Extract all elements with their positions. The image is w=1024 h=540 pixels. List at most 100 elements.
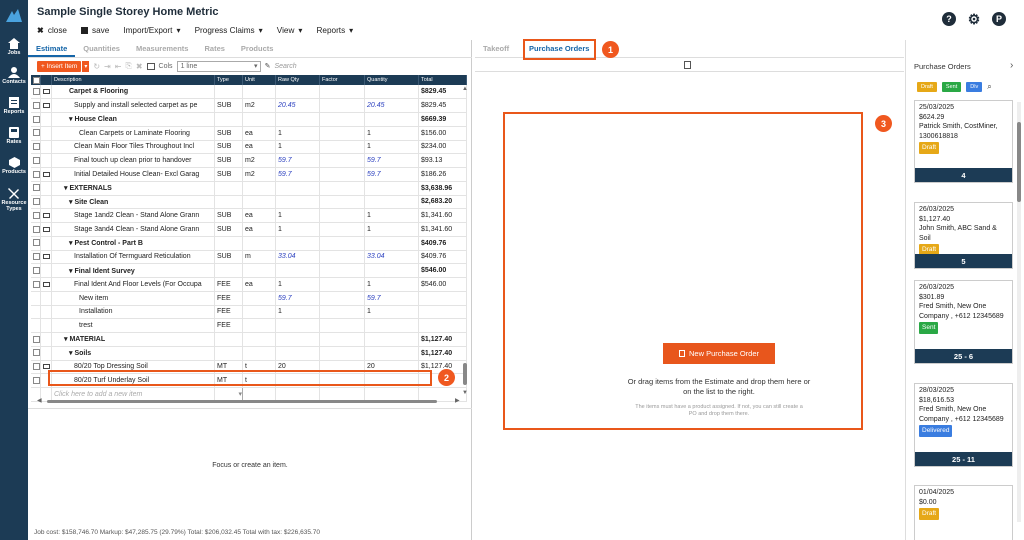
row-checkbox[interactable]: [31, 236, 41, 251]
cell-description[interactable]: Initial Detailed House Clean- Excl Garag: [51, 167, 215, 182]
header-factor[interactable]: Factor: [319, 75, 365, 85]
cell-quantity[interactable]: [364, 181, 419, 196]
cell-unit[interactable]: [242, 263, 276, 278]
cell-type[interactable]: FEE: [214, 305, 243, 320]
row-checkbox[interactable]: [31, 222, 41, 237]
cell-total[interactable]: $186.26: [418, 167, 467, 182]
cell-total[interactable]: $2,683.20: [418, 195, 467, 210]
cell-type[interactable]: SUB: [214, 167, 243, 182]
cell-quantity[interactable]: 1: [364, 208, 419, 223]
cell-unit[interactable]: ea: [242, 140, 276, 155]
cell-unit[interactable]: [242, 195, 276, 210]
cell-description[interactable]: ▾ Pest Control - Part B: [51, 236, 215, 251]
cell-quantity[interactable]: [364, 263, 419, 278]
gear-icon[interactable]: ⚙: [967, 11, 981, 27]
cell-raw-qty[interactable]: [275, 332, 320, 347]
pencil-icon[interactable]: ✎: [265, 62, 271, 70]
nav-resource-types[interactable]: Resource Types: [0, 187, 28, 212]
insert-item-button[interactable]: + Insert Item: [37, 60, 82, 72]
table-row[interactable]: ▾ Final Ident Survey $546.00: [31, 263, 467, 278]
profile-avatar[interactable]: P: [992, 12, 1006, 26]
cell-type[interactable]: SUB: [214, 208, 243, 223]
cell-type[interactable]: [214, 112, 243, 127]
cell-quantity[interactable]: 1: [364, 305, 419, 320]
cell-unit[interactable]: ea: [242, 277, 276, 292]
view-menu[interactable]: View ▾: [277, 25, 303, 36]
cell-factor[interactable]: [319, 112, 365, 127]
row-checkbox[interactable]: [31, 167, 41, 182]
tab-quantities[interactable]: Quantities: [75, 40, 128, 57]
cell-raw-qty[interactable]: 1: [275, 208, 320, 223]
cell-factor[interactable]: [319, 208, 365, 223]
cell-unit[interactable]: [242, 318, 276, 333]
cell-description[interactable]: trest: [51, 318, 215, 333]
cell-description[interactable]: Final touch up clean prior to handover: [51, 153, 215, 168]
cell-unit[interactable]: ea: [242, 208, 276, 223]
cell-factor[interactable]: [319, 291, 365, 306]
cell-factor[interactable]: [319, 153, 365, 168]
row-checkbox[interactable]: [31, 277, 41, 292]
cell-unit[interactable]: [242, 305, 276, 320]
cell-quantity[interactable]: 1: [364, 126, 419, 141]
cell-raw-qty[interactable]: [275, 236, 320, 251]
header-raw-qty[interactable]: Raw Qty: [275, 75, 320, 85]
table-row[interactable]: ▾ Site Clean $2,683.20: [31, 195, 467, 210]
cell-total[interactable]: $669.39: [418, 112, 467, 127]
tab-products[interactable]: Products: [233, 40, 282, 57]
cell-raw-qty[interactable]: 1: [275, 126, 320, 141]
select-all-checkbox[interactable]: [31, 75, 41, 85]
search-icon[interactable]: ⌕: [987, 82, 991, 92]
cell-total[interactable]: $156.00: [418, 126, 467, 141]
cell-quantity[interactable]: 59.7: [364, 153, 419, 168]
cell-raw-qty[interactable]: 59.7: [275, 153, 320, 168]
table-row[interactable]: ▾ EXTERNALS $3,638.96: [31, 181, 467, 196]
cell-factor[interactable]: [319, 140, 365, 155]
document-icon[interactable]: [684, 61, 691, 69]
cell-factor[interactable]: [319, 263, 365, 278]
cell-type[interactable]: [214, 236, 243, 251]
cell-unit[interactable]: [242, 346, 276, 361]
outdent-icon[interactable]: ⇤: [115, 62, 122, 71]
progress-claims-menu[interactable]: Progress Claims ▾: [195, 25, 263, 36]
cell-description[interactable]: Stage 1and2 Clean - Stand Alone Grann: [51, 208, 215, 223]
panel-splitter[interactable]: [28, 408, 472, 412]
cell-quantity[interactable]: [364, 346, 419, 361]
cell-total[interactable]: $93.13: [418, 153, 467, 168]
filter-sent[interactable]: Sent: [941, 82, 962, 92]
line-height-select[interactable]: 1 line ▾: [176, 60, 261, 72]
cell-type[interactable]: [214, 85, 243, 100]
cell-raw-qty[interactable]: 59.7: [275, 167, 320, 182]
cell-total[interactable]: $1,341.60: [418, 208, 467, 223]
cell-factor[interactable]: [319, 277, 365, 292]
cell-type[interactable]: [214, 181, 243, 196]
cell-type[interactable]: SUB: [214, 250, 243, 265]
table-row[interactable]: Clean Carpets or Laminate Flooring SUB ea 1…: [31, 126, 467, 141]
nav-products[interactable]: Products: [0, 157, 28, 175]
cell-factor[interactable]: [319, 85, 365, 100]
cell-unit[interactable]: [242, 112, 276, 127]
cell-quantity[interactable]: 33.04: [364, 250, 419, 265]
cell-raw-qty[interactable]: 1: [275, 277, 320, 292]
cell-total[interactable]: $1,127.40: [418, 332, 467, 347]
row-checkbox[interactable]: [31, 140, 41, 155]
cell-unit[interactable]: ea: [242, 126, 276, 141]
table-row[interactable]: Installation FEE 1 1: [31, 305, 467, 320]
delete-icon[interactable]: ✖: [136, 62, 143, 71]
copy-icon[interactable]: ⎘: [125, 61, 131, 71]
row-checkbox[interactable]: [31, 126, 41, 141]
cell-factor[interactable]: [319, 222, 365, 237]
row-checkbox[interactable]: [31, 291, 41, 306]
cell-type[interactable]: [214, 195, 243, 210]
table-row[interactable]: ▾ MATERIAL $1,127.40: [31, 332, 467, 347]
cell-unit[interactable]: m: [242, 250, 276, 265]
po-card[interactable]: 26/03/2025 $1,127.40 John Smith, ABC Sand …: [914, 202, 1013, 269]
cell-unit[interactable]: [242, 85, 276, 100]
cell-factor[interactable]: [319, 332, 365, 347]
cell-raw-qty[interactable]: [275, 181, 320, 196]
table-row[interactable]: ▾ Pest Control - Part B $409.76: [31, 236, 467, 251]
cell-quantity[interactable]: [364, 85, 419, 100]
cell-raw-qty[interactable]: [275, 112, 320, 127]
table-row[interactable]: ▾ House Clean $669.39: [31, 112, 467, 127]
row-checkbox[interactable]: [31, 85, 41, 100]
cell-type[interactable]: SUB: [214, 153, 243, 168]
